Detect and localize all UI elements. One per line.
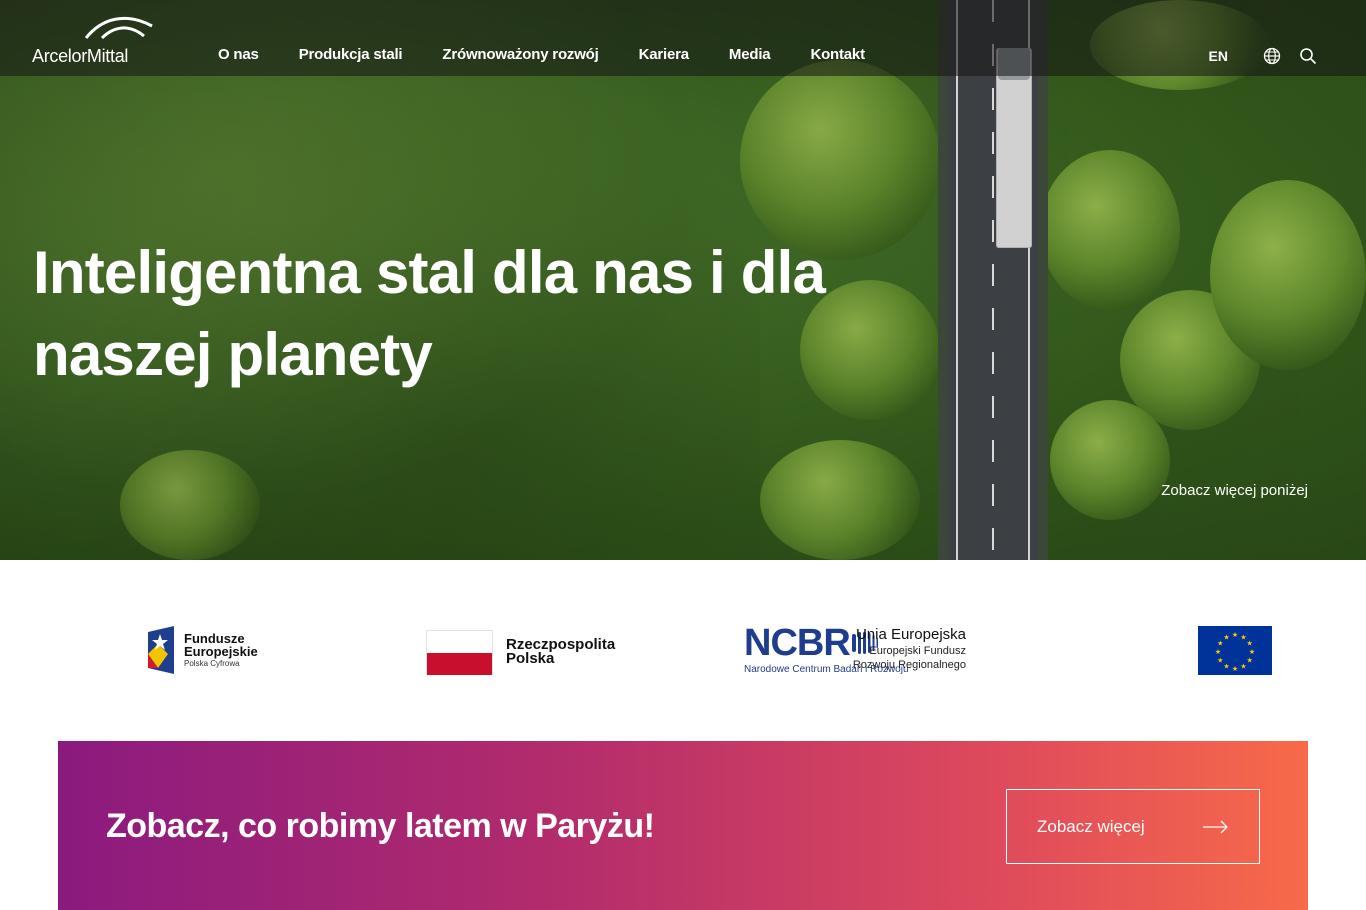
see-more-button[interactable]: Zobacz więcej xyxy=(1006,789,1260,864)
rp-line2: Polska xyxy=(506,650,555,667)
fundusze-europejskie-logo: Fundusze Europejskie Polska Cyfrowa xyxy=(148,626,258,679)
header-tools: EN xyxy=(1209,46,1318,66)
arrow-right-icon xyxy=(1203,820,1228,834)
ue-line1: Unia Europejska xyxy=(855,626,966,643)
ncbr-word: NCBR xyxy=(744,622,851,664)
fundusze-europejskie-icon xyxy=(148,626,174,674)
nav-item-o-nas[interactable]: O nas xyxy=(218,46,259,63)
nav-item-kariera[interactable]: Kariera xyxy=(639,46,690,63)
unia-europejska-text: Unia Europejska Europejski Fundusz Rozwo… xyxy=(853,626,966,672)
see-more-button-label: Zobacz więcej xyxy=(1037,816,1145,836)
svg-text:★: ★ xyxy=(1249,648,1255,656)
svg-text:★: ★ xyxy=(1232,631,1238,639)
banner-title: Zobacz, co robimy latem w Paryżu! xyxy=(106,807,655,845)
globe-icon[interactable] xyxy=(1262,46,1282,66)
language-switch[interactable]: EN xyxy=(1209,48,1228,64)
ue-line3: Rozwoju Regionalnego xyxy=(852,659,966,671)
svg-text:★: ★ xyxy=(1240,663,1246,671)
nav-item-zrownowazony-rozwoj[interactable]: Zrównoważony rozwój xyxy=(442,46,598,63)
fe-line3: Polska Cyfrowa xyxy=(184,659,240,668)
polish-flag-icon xyxy=(426,630,493,675)
fe-line2: Europejskie xyxy=(184,644,258,659)
svg-text:★: ★ xyxy=(1223,663,1229,671)
nav-item-kontakt[interactable]: Kontakt xyxy=(810,46,865,63)
search-icon[interactable] xyxy=(1298,46,1318,66)
rzeczpospolita-polska-text: Rzeczpospolita Polska xyxy=(506,637,615,667)
nav-item-media[interactable]: Media xyxy=(729,46,771,63)
ue-line2: Europejski Fundusz xyxy=(869,645,966,657)
arcelormittal-logo[interactable]: ArcelorMittal xyxy=(32,12,162,68)
hero-section: Inteligentna stal dla nas i dla naszej p… xyxy=(0,0,1366,560)
funding-logos: Fundusze Europejskie Polska Cyfrowa Rzec… xyxy=(0,560,1366,740)
svg-text:★: ★ xyxy=(1247,640,1253,648)
svg-text:★: ★ xyxy=(1215,648,1221,656)
svg-text:★: ★ xyxy=(1223,633,1229,641)
see-more-link[interactable]: Zobacz więcej poniżej xyxy=(1161,482,1308,499)
svg-text:★: ★ xyxy=(1247,657,1253,665)
svg-text:★: ★ xyxy=(1232,665,1238,673)
top-navigation-bar: ArcelorMittal O nas Produkcja stali Zrów… xyxy=(0,0,1366,76)
arcelormittal-swoosh-icon xyxy=(84,16,153,40)
eu-flag-icon: ★ ★ ★ ★ ★ ★ ★ ★ ★ ★ ★ ★ xyxy=(1198,626,1272,675)
hero-title: Inteligentna stal dla nas i dla naszej p… xyxy=(33,239,826,388)
main-nav: O nas Produkcja stali Zrównoważony rozwó… xyxy=(218,46,905,63)
fundusze-europejskie-text: Fundusze Europejskie Polska Cyfrowa xyxy=(184,632,258,670)
logo-text: ArcelorMittal xyxy=(32,46,129,66)
svg-text:★: ★ xyxy=(1217,657,1223,665)
nav-item-produkcja-stali[interactable]: Produkcja stali xyxy=(299,46,403,63)
paris-promo-banner: Zobacz, co robimy latem w Paryżu! Zobacz… xyxy=(58,741,1308,910)
